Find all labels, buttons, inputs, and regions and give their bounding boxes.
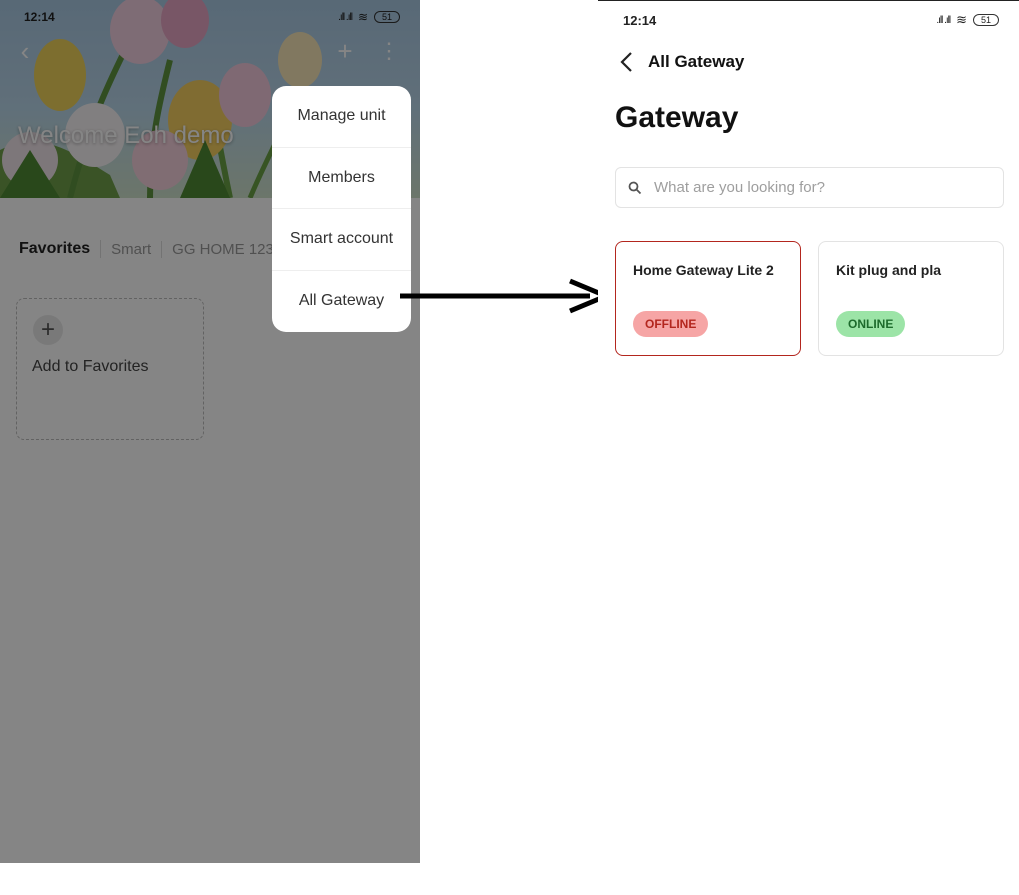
- status-badge-online: ONLINE: [836, 311, 906, 337]
- gateway-card-kit-plug[interactable]: Kit plug and pla ONLINE: [818, 241, 1004, 356]
- search-icon: [628, 181, 642, 194]
- navigation-arrow-icon: [400, 278, 610, 314]
- signal-icon: .ıll .ıll: [936, 14, 951, 26]
- page-header: All Gateway: [616, 51, 744, 73]
- header-title: All Gateway: [648, 52, 745, 71]
- gateway-name: Home Gateway Lite 2: [633, 262, 774, 278]
- menu-item-members[interactable]: Members: [272, 148, 411, 209]
- wifi-icon: ≋: [956, 12, 967, 27]
- gateway-card-home-gateway-lite-2[interactable]: Home Gateway Lite 2 OFFLINE: [615, 241, 801, 356]
- status-bar: 12:14 .ıll .ıll ≋ 51: [598, 1, 1019, 39]
- status-badge-offline: OFFLINE: [633, 311, 709, 337]
- status-time: 12:14: [623, 12, 657, 28]
- menu-item-smart-account[interactable]: Smart account: [272, 209, 411, 271]
- page-title: Gateway: [615, 101, 739, 134]
- menu-item-manage-unit[interactable]: Manage unit: [272, 86, 411, 148]
- left-phone-screen: 12:14 .ıll .ıll ≋ 51 ‹ + ⋮ Welcome Eoh d…: [0, 0, 420, 863]
- right-phone-screen: 12:14 .ıll .ıll ≋ 51 All Gateway Gateway…: [598, 0, 1019, 895]
- context-menu: Manage unit Members Smart account All Ga…: [272, 86, 411, 332]
- canvas: 12:14 .ıll .ıll ≋ 51 ‹ + ⋮ Welcome Eoh d…: [0, 0, 1019, 895]
- back-icon[interactable]: [616, 51, 636, 73]
- search-box[interactable]: [615, 167, 1004, 208]
- status-icons: .ıll .ıll ≋ 51: [936, 12, 999, 28]
- search-input[interactable]: [654, 179, 974, 196]
- menu-item-all-gateway[interactable]: All Gateway: [272, 271, 411, 333]
- gateway-name: Kit plug and pla: [836, 262, 941, 278]
- battery-icon: 51: [973, 14, 999, 26]
